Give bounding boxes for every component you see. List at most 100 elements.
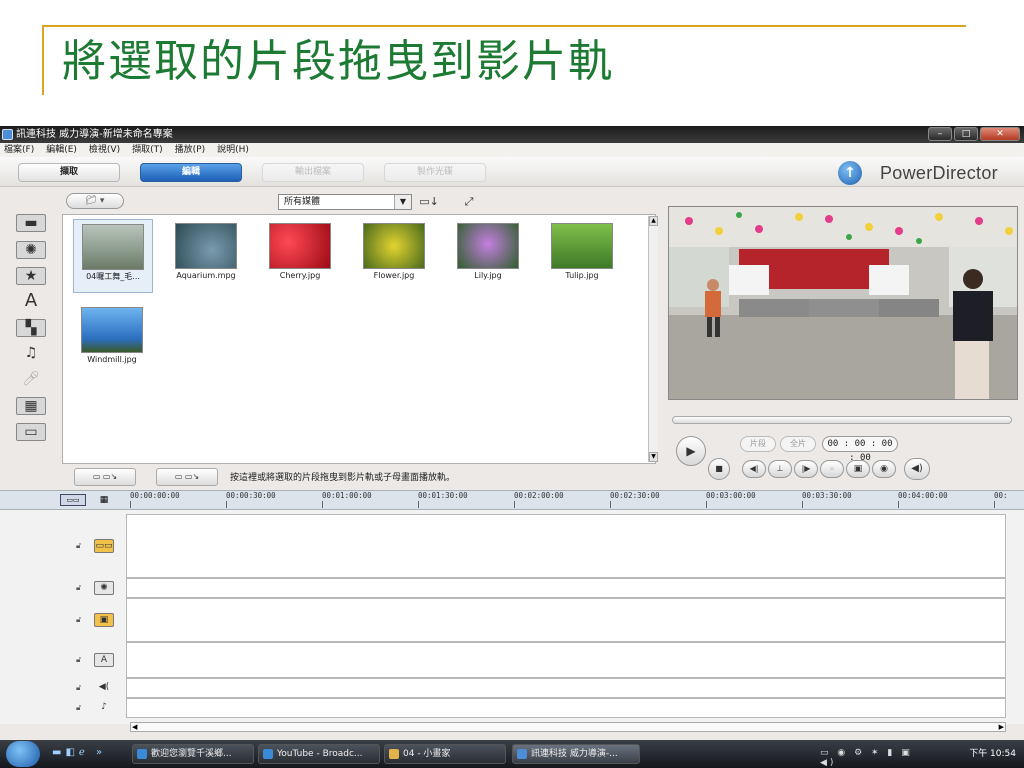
library-item[interactable]: 04囉工舞_毛... <box>73 219 153 293</box>
media-filter-select[interactable]: 所有媒體 ▼ <box>278 194 412 210</box>
lock-icon[interactable]: 🔓︎ <box>76 684 84 692</box>
voice-track[interactable] <box>126 678 1006 698</box>
voice-over-icon[interactable]: 🎤︎ <box>16 371 46 389</box>
taskbar-item-powerdirector[interactable]: 訊連科技 威力導演-... <box>512 744 640 764</box>
ruler-tick: 00:02:00:00 <box>514 491 564 508</box>
lock-icon[interactable]: 🔓︎ <box>76 584 84 592</box>
menu-bar: 檔案(F) 編輯(E) 檢視(V) 擷取(T) 播放(P) 說明(H) <box>0 143 1024 157</box>
pip-track[interactable] <box>126 598 1006 642</box>
item-label: Aquarium.mpg <box>176 271 236 280</box>
movie-mode-toggle[interactable]: 全片 <box>780 436 816 452</box>
taskbar-item-youtube[interactable]: YouTube - Broadc... <box>258 744 380 764</box>
taskbar-clock: 下午 10:54 <box>969 749 1016 759</box>
title-room-icon[interactable]: A <box>16 292 46 311</box>
title-bar: 訊連科技 威力導演-新增未命名專案 – □ ✕ <box>0 126 1024 143</box>
quick-launch-icons[interactable]: ▬◧ℯ » <box>52 747 112 761</box>
minimize-button[interactable]: – <box>928 127 952 141</box>
music-track-header: 🔓︎ ♪ <box>60 698 126 718</box>
audio-mixing-icon[interactable]: ♫ <box>16 345 46 363</box>
menu-edit[interactable]: 編輯(E) <box>46 143 77 157</box>
ruler-tick: 00:01:30:00 <box>418 491 468 508</box>
play-icon[interactable]: ▶ <box>676 436 706 466</box>
library-item[interactable]: Windmill.jpg <box>73 303 151 375</box>
lock-icon[interactable]: 🔓︎ <box>76 542 84 550</box>
start-button[interactable] <box>6 741 40 767</box>
title-track[interactable] <box>126 642 1006 678</box>
pip-objects-icon[interactable]: ★ <box>16 267 46 285</box>
system-tray-icons[interactable]: ▭ ◉ ⚙ ✶ ▮ ▣ ◀) <box>820 748 920 768</box>
scroll-down-icon[interactable]: ▼ <box>649 452 658 462</box>
timeline-ruler[interactable]: 00:00:00:00 00:00:30:00 00:01:00:00 00:0… <box>126 490 1008 510</box>
library-item[interactable]: Lily.jpg <box>449 219 527 291</box>
lock-icon[interactable]: 🔓︎ <box>76 616 84 624</box>
media-library: 04囉工舞_毛... Aquarium.mpg Cherry.jpg Flowe… <box>62 214 656 464</box>
library-item[interactable]: Cherry.jpg <box>261 219 339 291</box>
thumbnail <box>363 223 425 269</box>
chapter-room-icon[interactable]: ▦ <box>16 397 46 415</box>
player-controls: ▶ ■ 片段 全片 00 : 00 : 00 : 00 ◀| ⊥ |▶ » ▣ … <box>668 426 1018 488</box>
scroll-up-icon[interactable]: ▲ <box>649 216 658 226</box>
item-label: 04囉工舞_毛... <box>86 272 140 281</box>
library-item[interactable]: Tulip.jpg <box>543 219 621 291</box>
stop-icon[interactable]: ■ <box>708 458 730 480</box>
camera-snapshot-icon[interactable]: ◉ <box>872 460 896 478</box>
timecode-display: 00 : 00 : 00 : 00 <box>822 436 898 463</box>
library-scrollbar[interactable]: ▲ ▼ <box>648 216 658 462</box>
sort-icon[interactable]: ▭↓ <box>418 194 440 210</box>
video-track[interactable] <box>126 514 1006 578</box>
insert-to-video-track-button[interactable]: ▭ ▭↘ <box>74 468 136 486</box>
capture-mode-button[interactable]: 擷取 <box>18 163 120 182</box>
title-track-icon: A <box>94 653 114 667</box>
import-folder-button[interactable]: 📁︎ ▾ <box>66 193 124 209</box>
menu-capture[interactable]: 擷取(T) <box>132 143 163 157</box>
library-item[interactable]: Aquarium.mpg <box>167 219 245 291</box>
transition-room-icon[interactable]: ▚ <box>16 319 46 337</box>
storyboard-view-icon[interactable]: ▭▭ <box>60 494 86 506</box>
lock-icon[interactable]: 🔓︎ <box>76 656 84 664</box>
scroll-right-icon[interactable]: ▶ <box>999 723 1004 731</box>
menu-file[interactable]: 檔案(F) <box>4 143 34 157</box>
lock-icon[interactable]: 🔓︎ <box>76 704 84 712</box>
timeline-scrollbar[interactable]: ◀ ▶ <box>130 722 1006 732</box>
media-room-icon[interactable]: ▬ <box>16 214 46 232</box>
timeline-view-icon[interactable]: ▦ <box>94 494 114 506</box>
ruler-tick: 00: <box>994 491 1008 508</box>
subtitle-room-icon[interactable]: ▭ <box>16 423 46 441</box>
thumbnail <box>551 223 613 269</box>
expand-library-icon[interactable]: ⤢ <box>458 194 480 210</box>
slide-accent-bar <box>42 25 44 95</box>
display-monitor-icon[interactable]: ▣ <box>846 460 870 478</box>
fast-forward-icon[interactable]: » <box>820 460 844 478</box>
menu-view[interactable]: 檢視(V) <box>89 143 120 157</box>
snapshot-frame-icon[interactable]: ⊥ <box>768 460 792 478</box>
effect-room-icon[interactable]: ✺ <box>16 241 46 259</box>
taskbar-item-paint[interactable]: 04 - 小畫家 <box>384 744 506 764</box>
menu-play[interactable]: 播放(P) <box>175 143 205 157</box>
next-frame-icon[interactable]: |▶ <box>794 460 818 478</box>
video-track-icon: ▭▭ <box>94 539 114 553</box>
item-label: Lily.jpg <box>474 271 502 280</box>
thumbnail <box>81 307 143 353</box>
voice-track-header: 🔓︎ ◀( <box>60 678 126 698</box>
burn-disc-mode-button[interactable]: 製作光碟 <box>384 163 486 182</box>
pip-track-header: 🔓︎ ▣ <box>60 598 126 642</box>
previous-frame-icon[interactable]: ◀| <box>742 460 766 478</box>
preview-seek-bar[interactable] <box>672 416 1012 424</box>
menu-help[interactable]: 說明(H) <box>217 143 249 157</box>
produce-mode-button[interactable]: 輸出檔案 <box>262 163 364 182</box>
taskbar-item-browser[interactable]: 歡迎您瀏覽千溪鄉... <box>132 744 254 764</box>
library-item[interactable]: Flower.jpg <box>355 219 433 291</box>
edit-mode-button[interactable]: 編輯 <box>140 163 242 182</box>
scroll-left-icon[interactable]: ◀ <box>132 723 137 731</box>
clip-mode-toggle[interactable]: 片段 <box>740 436 776 452</box>
thumbnail <box>269 223 331 269</box>
insert-to-pip-track-button[interactable]: ▭ ▭↘ <box>156 468 218 486</box>
room-sidebar: ▬ ✺ ★ A ▚ ♫ 🎤︎ ▦ ▭ <box>10 214 56 462</box>
maximize-button[interactable]: □ <box>954 127 978 141</box>
effect-track[interactable] <box>126 578 1006 598</box>
music-track[interactable] <box>126 698 1006 718</box>
voice-track-icon: ◀( <box>98 682 110 692</box>
library-footer: ▭ ▭↘ ▭ ▭↘ 按這裡或將選取的片段拖曳到影片軌或子母畫面播放軌。 <box>62 464 658 488</box>
volume-icon[interactable]: ◀) <box>904 458 930 480</box>
close-button[interactable]: ✕ <box>980 127 1020 141</box>
